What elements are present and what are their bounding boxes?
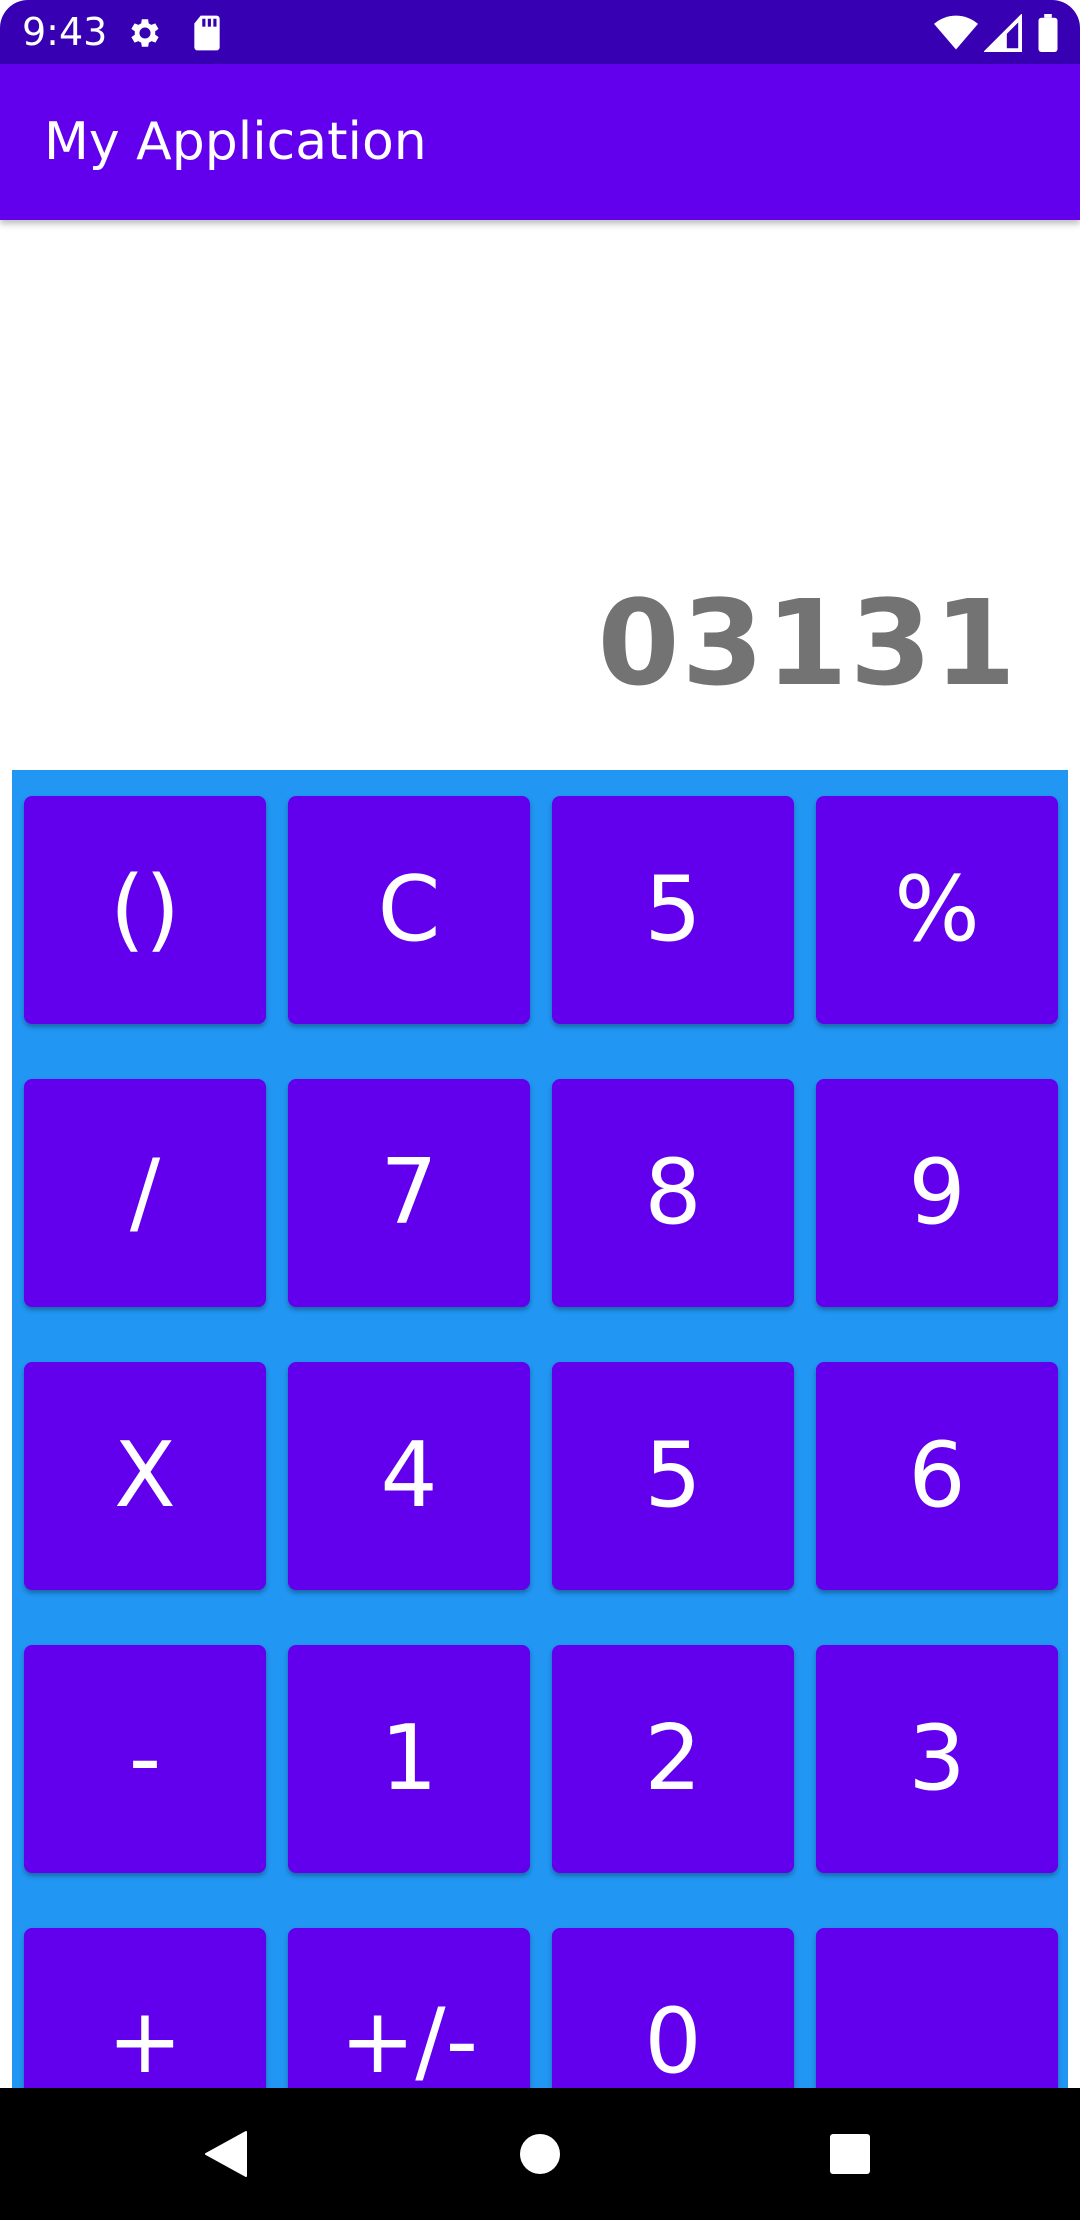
key-divide[interactable]: / xyxy=(24,1079,266,1307)
sd-card-icon xyxy=(194,15,220,51)
key-multiply[interactable]: X xyxy=(24,1362,266,1590)
key-label: 2 xyxy=(644,1706,702,1811)
status-bar: 9:43 xyxy=(0,0,1080,64)
key-add[interactable]: + xyxy=(24,1928,266,2090)
back-icon[interactable] xyxy=(198,2124,258,2184)
status-time: 9:43 xyxy=(22,10,108,54)
key-0[interactable]: 0 xyxy=(552,1928,794,2090)
key-1[interactable]: 1 xyxy=(288,1645,530,1873)
key-label: 6 xyxy=(908,1423,966,1528)
key-3[interactable]: 3 xyxy=(816,1645,1058,1873)
key-label: - xyxy=(128,1706,162,1811)
key-decimal[interactable]: . xyxy=(816,1928,1058,2090)
key-label: X xyxy=(114,1423,176,1528)
key-label: 9 xyxy=(908,1140,966,1245)
key-label: +/- xyxy=(339,1989,479,2090)
key-8[interactable]: 8 xyxy=(552,1079,794,1307)
key-parentheses[interactable]: () xyxy=(24,796,266,1024)
key-subtract[interactable]: - xyxy=(24,1645,266,1873)
key-5[interactable]: 5 xyxy=(552,1362,794,1590)
key-5-top[interactable]: 5 xyxy=(552,796,794,1024)
key-percent[interactable]: % xyxy=(816,796,1058,1024)
key-label: + xyxy=(107,1989,183,2090)
key-label: 8 xyxy=(644,1140,702,1245)
home-icon[interactable] xyxy=(510,2124,570,2184)
app-bar: My Application xyxy=(0,64,1080,220)
app-title: My Application xyxy=(44,112,427,172)
key-label: 5 xyxy=(644,857,702,962)
key-7[interactable]: 7 xyxy=(288,1079,530,1307)
key-9[interactable]: 9 xyxy=(816,1079,1058,1307)
gear-icon xyxy=(131,19,159,47)
navigation-bar xyxy=(0,2088,1080,2220)
key-label: 4 xyxy=(380,1423,438,1528)
wifi-icon xyxy=(934,15,978,50)
key-clear[interactable]: C xyxy=(288,796,530,1024)
key-label: . xyxy=(923,2047,952,2091)
key-label: 5 xyxy=(644,1423,702,1528)
key-label: 1 xyxy=(380,1706,438,1811)
key-label: C xyxy=(377,857,441,962)
screen: 9:43 My Application 03131 () C 5 % / 7 8… xyxy=(0,0,1080,2220)
key-2[interactable]: 2 xyxy=(552,1645,794,1873)
calculator-display: 03131 xyxy=(597,574,1018,712)
key-6[interactable]: 6 xyxy=(816,1362,1058,1590)
key-label: 7 xyxy=(380,1140,438,1245)
cell-signal-icon xyxy=(984,14,1022,52)
key-4[interactable]: 4 xyxy=(288,1362,530,1590)
key-label: 0 xyxy=(644,1989,702,2090)
recents-icon[interactable] xyxy=(820,2124,880,2184)
key-label: % xyxy=(894,857,980,962)
key-label: 3 xyxy=(908,1706,966,1811)
key-label: () xyxy=(109,857,181,962)
keypad: () C 5 % / 7 8 9 X 4 5 6 - 1 2 3 + +/- 0… xyxy=(12,770,1068,2090)
key-plus-minus[interactable]: +/- xyxy=(288,1928,530,2090)
battery-icon xyxy=(1038,14,1058,52)
key-label: / xyxy=(129,1140,161,1245)
